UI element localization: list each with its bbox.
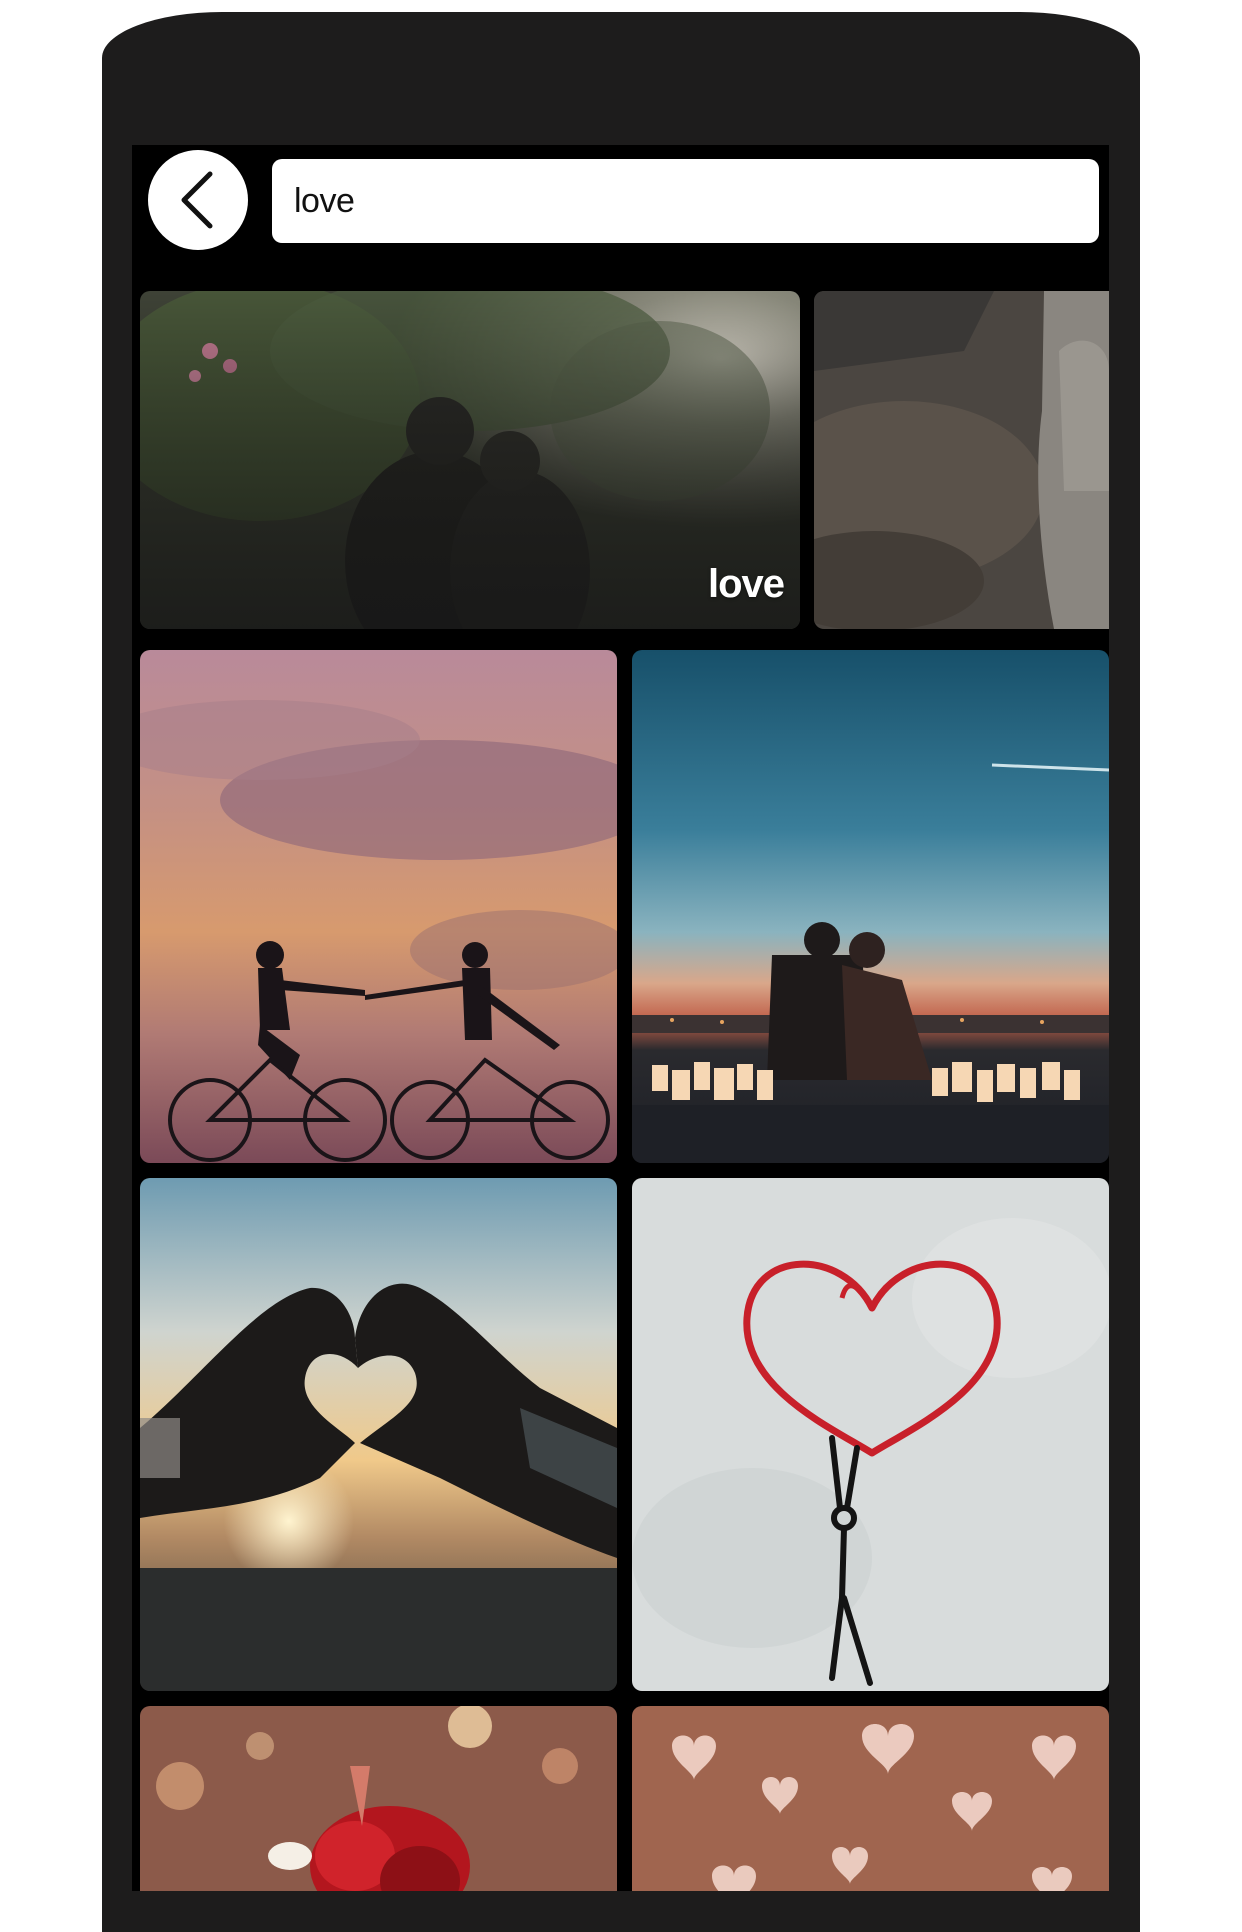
image-result[interactable] [140, 650, 617, 1163]
search-input[interactable]: love [272, 159, 1099, 243]
red-rose-image [140, 1706, 617, 1891]
rocky-shore-image [814, 291, 1109, 629]
app-screen: love love [132, 145, 1109, 1891]
category-tile-love[interactable]: love [140, 291, 800, 629]
search-header: love [132, 145, 1109, 275]
couple-bicycles-image [140, 650, 617, 1163]
chevron-left-icon [181, 171, 213, 229]
back-button[interactable] [148, 150, 248, 250]
couple-candles-image [632, 650, 1109, 1163]
image-result[interactable] [140, 1178, 617, 1691]
image-result[interactable] [140, 1706, 617, 1891]
couple-tree-image [140, 291, 800, 629]
category-label: love [707, 562, 785, 606]
hands-heart-image [140, 1178, 617, 1691]
category-tile-next[interactable] [814, 291, 1109, 629]
image-result[interactable] [632, 1706, 1109, 1891]
search-query: love [294, 181, 355, 220]
heart-balloon-graffiti-image [632, 1178, 1109, 1691]
image-result[interactable] [632, 1178, 1109, 1691]
heart-bokeh-image [632, 1706, 1109, 1891]
image-result[interactable] [632, 650, 1109, 1163]
